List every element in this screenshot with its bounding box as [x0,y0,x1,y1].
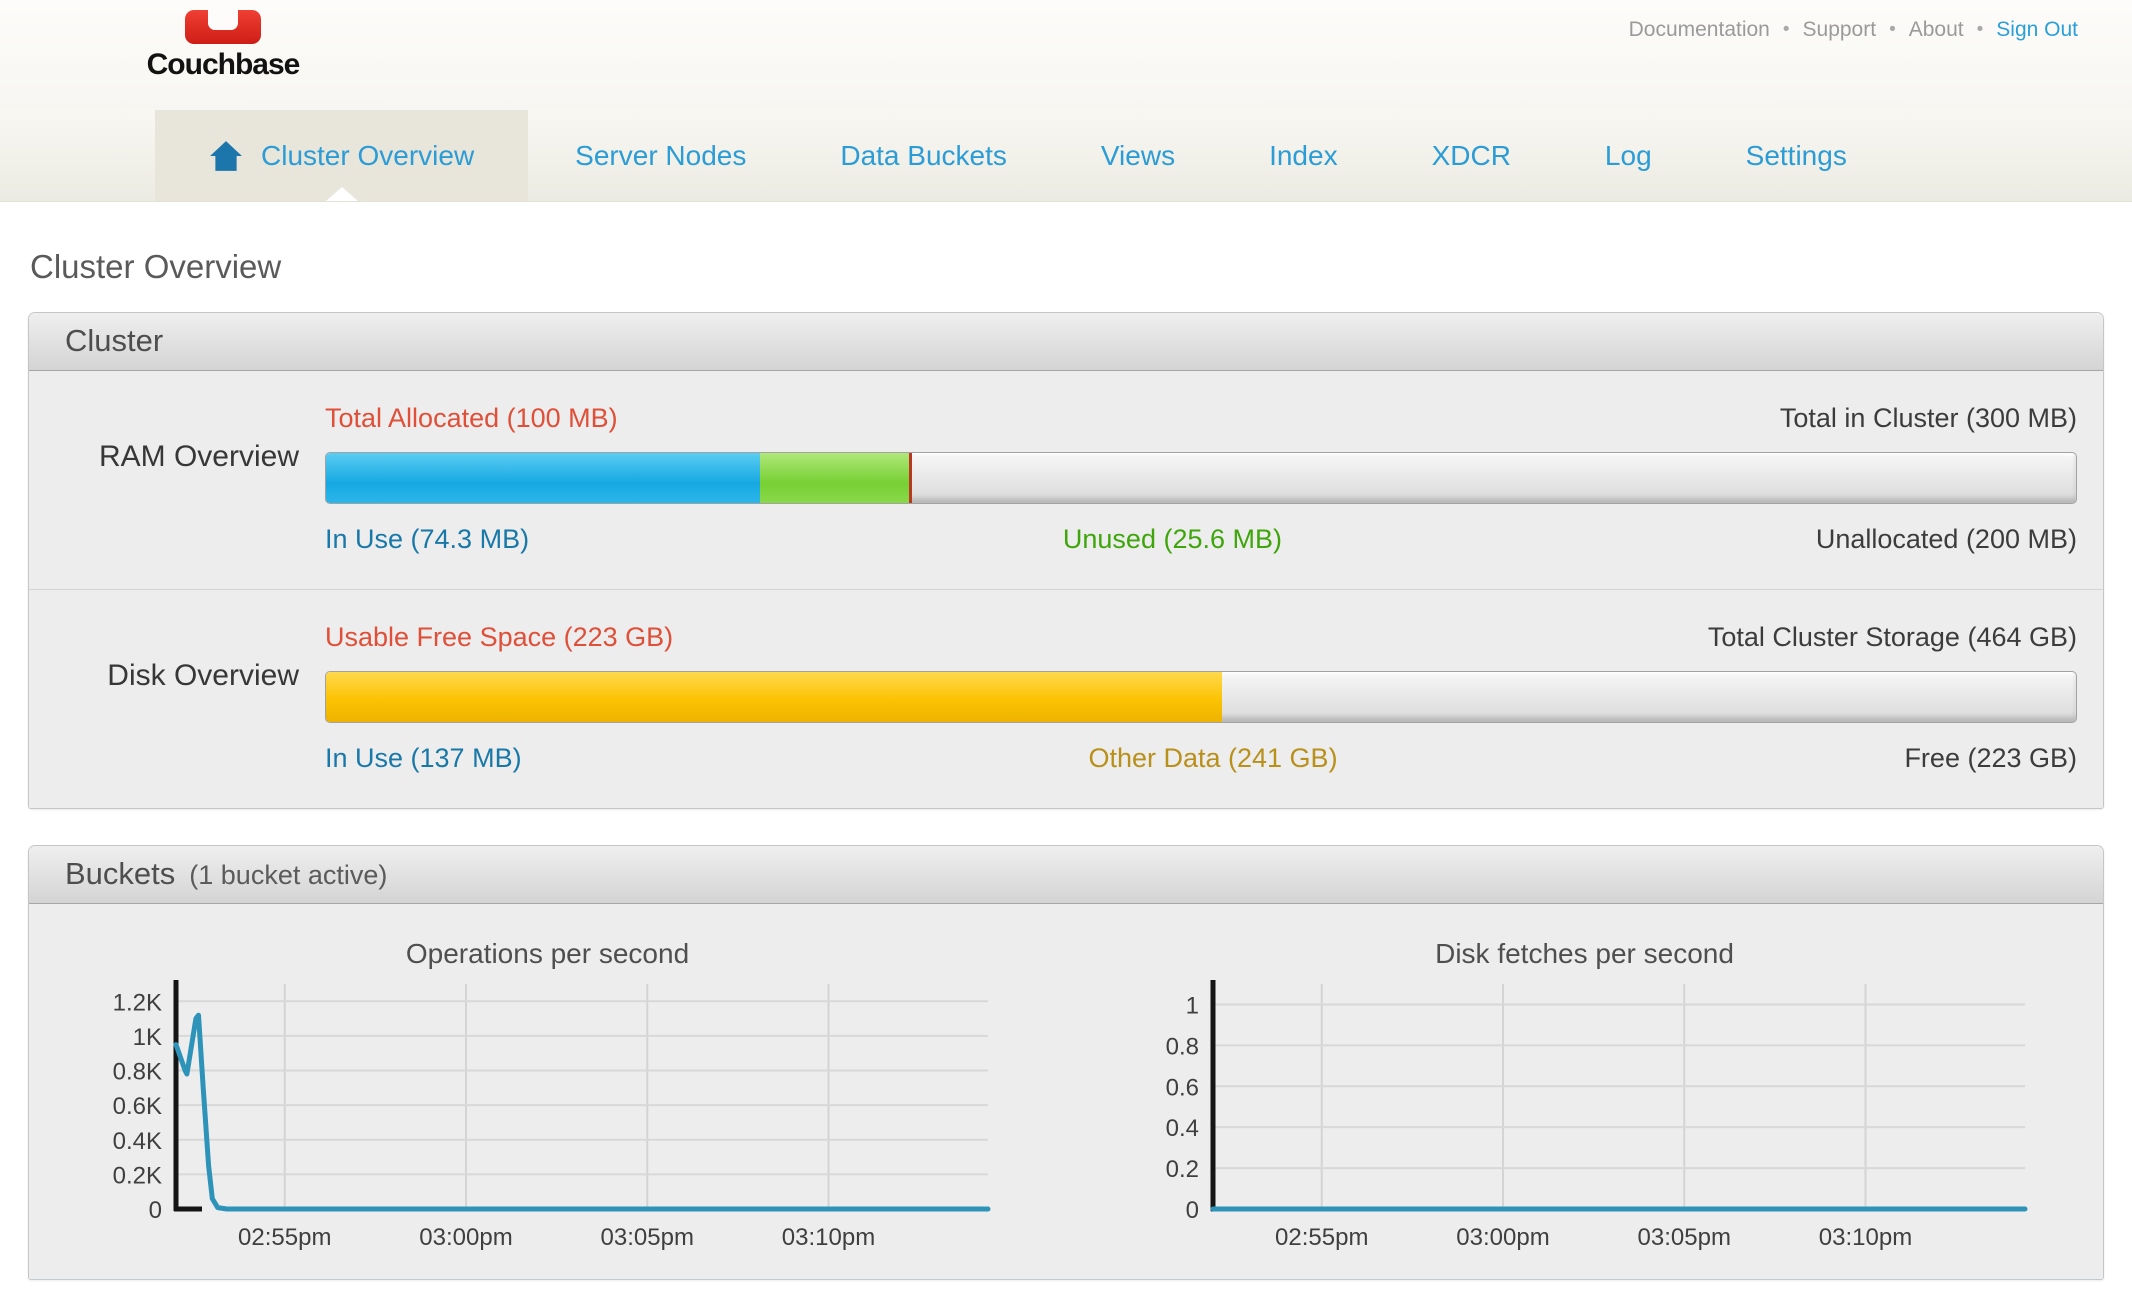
svg-text:02:55pm: 02:55pm [1275,1224,1368,1251]
documentation-link[interactable]: Documentation [1629,18,1770,42]
svg-text:0.6K: 0.6K [112,1093,161,1120]
logo-text: Couchbase [128,48,318,82]
disk-bar-stack: Usable Free Space (223 GB) Total Cluster… [325,622,2077,774]
buckets-panel-header: Buckets (1 bucket active) [29,846,2103,904]
ram-bottom-labels: In Use (74.3 MB) Unused (25.6 MB) Unallo… [325,524,2077,555]
disk-fetches-chart-plot: 02:55pm 03:00pm 03:05pm 03:10pm 0 0.2 0.4 0.6 0.… [1135,970,2035,1255]
svg-text:03:00pm: 03:00pm [1456,1224,1549,1251]
page-title: Cluster Overview [30,248,2132,286]
tab-index[interactable]: Index [1222,110,1385,201]
svg-text:02:55pm: 02:55pm [238,1224,331,1251]
svg-text:1: 1 [1185,992,1198,1019]
tab-log[interactable]: Log [1558,110,1699,201]
main-nav: Cluster Overview Server Nodes Data Bucke… [0,110,2132,202]
support-link[interactable]: Support [1803,18,1877,42]
home-icon [209,140,243,172]
tab-cluster-overview[interactable]: Cluster Overview [155,110,528,201]
ram-overview-row: RAM Overview Total Allocated (100 MB) To… [29,371,2103,589]
tab-label: Index [1269,140,1338,172]
ram-total-in-cluster-label: Total in Cluster (300 MB) [1780,403,2077,434]
ram-overview-label: RAM Overview [29,440,325,518]
svg-text:0.6: 0.6 [1165,1074,1198,1101]
svg-text:1K: 1K [132,1024,161,1051]
svg-text:0.8: 0.8 [1165,1033,1198,1060]
ops-chart-title: Operations per second [406,938,689,970]
svg-text:0.8K: 0.8K [112,1059,161,1086]
ram-allocated-marker [909,453,912,503]
cluster-panel-title: Cluster [65,323,163,359]
ops-chart-plot: 02:55pm 03:00pm 03:05pm 03:10pm 0 0.2K 0.4K 0.6… [98,970,998,1255]
ram-top-labels: Total Allocated (100 MB) Total in Cluste… [325,403,2077,434]
couchbase-logo: Couchbase [128,10,318,82]
disk-usable-free-label: Usable Free Space (223 GB) [325,622,673,653]
svg-text:03:10pm: 03:10pm [1818,1224,1911,1251]
tab-label: Cluster Overview [261,140,474,172]
disk-fetches-chart: Disk fetches per second 02:55pm 03:00pm 03… [1066,922,2103,1255]
tab-label: Log [1605,140,1652,172]
ram-in-use-segment [326,453,760,503]
ram-unallocated-label: Unallocated (200 MB) [1816,524,2077,555]
tab-label: Data Buckets [840,140,1007,172]
link-separator: • [1889,19,1896,41]
tab-label: Settings [1746,140,1847,172]
link-separator: • [1783,19,1790,41]
svg-text:03:05pm: 03:05pm [1637,1224,1730,1251]
svg-text:0: 0 [148,1197,161,1224]
tab-label: XDCR [1432,140,1511,172]
ram-usage-bar [325,452,2077,504]
cluster-panel-body: RAM Overview Total Allocated (100 MB) To… [29,371,2103,808]
svg-text:03:00pm: 03:00pm [419,1224,512,1251]
tab-server-nodes[interactable]: Server Nodes [528,110,793,201]
cluster-panel: Cluster RAM Overview Total Allocated (10… [28,312,2104,809]
buckets-panel-body: Operations per second 02:55pm 03:00pm 03:0… [29,904,2103,1279]
active-tab-notch [326,187,358,201]
ram-bar-stack: Total Allocated (100 MB) Total in Cluste… [325,403,2077,555]
ram-total-allocated-label: Total Allocated (100 MB) [325,403,618,434]
svg-text:0.2K: 0.2K [112,1162,161,1189]
tab-data-buckets[interactable]: Data Buckets [793,110,1054,201]
disk-bottom-labels: In Use (137 MB) Other Data (241 GB) Free… [325,743,2077,774]
svg-text:0.4: 0.4 [1165,1115,1198,1142]
svg-text:03:10pm: 03:10pm [781,1224,874,1251]
sign-out-link[interactable]: Sign Out [1996,18,2078,42]
tab-views[interactable]: Views [1054,110,1222,201]
ram-unused-segment [760,453,909,503]
tab-label: Server Nodes [575,140,746,172]
disk-in-use-label: In Use (137 MB) [325,743,522,774]
disk-overview-label: Disk Overview [29,659,325,737]
buckets-panel-title: Buckets [65,856,175,892]
couch-notch [208,9,238,30]
svg-text:0.4K: 0.4K [112,1128,161,1155]
disk-other-data-label: Other Data (241 GB) [1088,743,1337,774]
cluster-panel-header: Cluster [29,313,2103,371]
top-header: Couchbase Documentation • Support • Abou… [0,0,2132,110]
disk-fetches-chart-title: Disk fetches per second [1435,938,1734,970]
svg-text:03:05pm: 03:05pm [600,1224,693,1251]
disk-free-label: Free (223 GB) [1904,743,2077,774]
disk-used-segment [326,672,1222,722]
svg-text:0: 0 [1185,1197,1198,1224]
header-links: Documentation • Support • About • Sign O… [1629,18,2078,42]
svg-text:0.2: 0.2 [1165,1156,1198,1183]
ram-unused-label: Unused (25.6 MB) [1063,524,1282,555]
couchbase-couch-icon [185,10,261,44]
about-link[interactable]: About [1909,18,1964,42]
disk-usage-bar [325,671,2077,723]
tab-settings[interactable]: Settings [1699,110,1894,201]
ram-in-use-label: In Use (74.3 MB) [325,524,529,555]
link-separator: • [1977,19,1984,41]
disk-top-labels: Usable Free Space (223 GB) Total Cluster… [325,622,2077,653]
buckets-panel: Buckets (1 bucket active) Operations per… [28,845,2104,1280]
buckets-panel-subtitle: (1 bucket active) [189,860,387,891]
tab-xdcr[interactable]: XDCR [1385,110,1558,201]
svg-text:1.2K: 1.2K [112,989,161,1016]
ops-per-second-chart: Operations per second 02:55pm 03:00pm 03:0… [29,922,1066,1255]
disk-overview-row: Disk Overview Usable Free Space (223 GB)… [29,589,2103,808]
disk-total-storage-label: Total Cluster Storage (464 GB) [1708,622,2077,653]
tab-label: Views [1101,140,1175,172]
